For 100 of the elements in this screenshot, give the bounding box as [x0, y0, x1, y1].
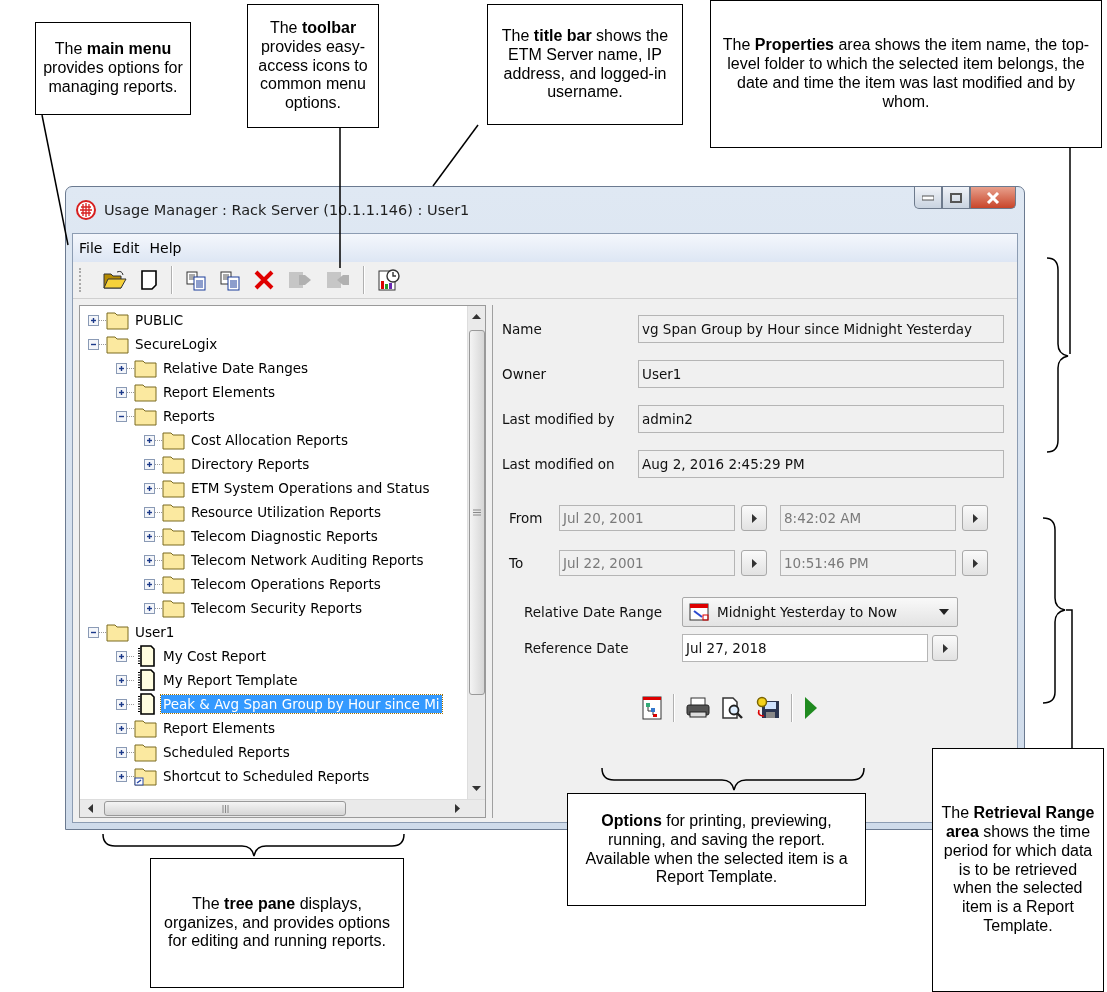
tree-item[interactable]: Scheduled Reports — [161, 743, 292, 761]
folder-icon — [106, 622, 130, 642]
annotation-callout: Options for printing, previewing, running, and saving the report. Available when the selected item is a Report Template. — [567, 793, 866, 906]
field-label: Relative Date Range — [524, 604, 664, 620]
tree-item[interactable]: Telecom Network Auditing Reports — [189, 551, 426, 569]
tree-item[interactable]: My Cost Report — [161, 647, 268, 665]
tree-item[interactable]: My Report Template — [161, 671, 300, 689]
magnifier-page-icon[interactable] — [721, 696, 745, 720]
maximize-button[interactable] — [942, 187, 970, 209]
folder-icon — [162, 502, 186, 522]
copy-pages-icon[interactable] — [219, 269, 241, 291]
folder-icon — [162, 454, 186, 474]
down-arrow-icon[interactable] — [472, 785, 481, 791]
folder-icon — [162, 430, 186, 450]
tree-item[interactable]: Resource Utilization Reports — [189, 503, 383, 521]
tree-item[interactable]: Reports — [161, 407, 217, 425]
tree-item[interactable]: ETM System Operations and Status — [189, 479, 432, 497]
folder-icon — [134, 382, 158, 402]
expander-toggle[interactable] — [116, 386, 127, 398]
open-folder-icon[interactable] — [103, 269, 127, 291]
spin-button[interactable] — [741, 505, 767, 531]
tree-page-icon[interactable] — [641, 695, 663, 721]
expander-toggle[interactable] — [88, 626, 99, 638]
date-field[interactable]: Jul 27, 2018 — [682, 634, 928, 662]
menu-item[interactable]: Edit — [111, 239, 141, 257]
tree-item[interactable]: Report Elements — [161, 383, 277, 401]
folder-icon — [106, 310, 130, 330]
expander-toggle[interactable] — [144, 482, 155, 494]
spin-button[interactable] — [962, 505, 988, 531]
folder-icon — [134, 718, 158, 738]
close-icon — [986, 191, 1000, 204]
printer-icon[interactable] — [685, 697, 711, 719]
tree-item[interactable]: PUBLIC — [133, 311, 186, 329]
expander-toggle[interactable] — [144, 602, 155, 614]
tree-item[interactable]: Report Elements — [161, 719, 277, 737]
expander-toggle[interactable] — [144, 554, 155, 566]
folder-icon — [134, 406, 158, 426]
tree-item[interactable]: Relative Date Ranges — [161, 359, 311, 377]
folder-icon — [162, 526, 186, 546]
clock-chart-icon[interactable] — [377, 268, 401, 292]
page-icon[interactable] — [139, 269, 159, 291]
horizontal-scrollbar[interactable] — [80, 799, 485, 817]
scrollbar-thumb[interactable] — [468, 330, 485, 695]
expander-toggle[interactable] — [144, 506, 155, 518]
expander-toggle[interactable] — [116, 410, 127, 422]
read-only-field: vg Span Group by Hour since Midnight Yesterday — [638, 315, 1004, 343]
annotation-callout: The main menu provides options for managing reports. — [35, 22, 191, 115]
caret-icon — [939, 609, 949, 615]
left-arrow-icon[interactable] — [88, 804, 94, 813]
scrollbar-thumb[interactable] — [104, 801, 346, 816]
expander-toggle[interactable] — [144, 434, 155, 446]
field-label: From — [509, 510, 544, 526]
field-label: To — [509, 555, 525, 571]
menu-item[interactable]: File — [78, 239, 104, 257]
expander-toggle[interactable] — [116, 722, 127, 734]
tree-item[interactable]: SecureLogix — [133, 335, 220, 353]
field-label: Last modified on — [502, 456, 616, 472]
triangle-right-icon — [751, 513, 757, 523]
expander-toggle[interactable] — [116, 362, 127, 374]
expander-toggle[interactable] — [116, 770, 127, 782]
gear-disk-icon[interactable] — [755, 696, 781, 720]
tree-item[interactable]: Shortcut to Scheduled Reports — [161, 767, 372, 785]
triangle-right-icon — [972, 558, 978, 568]
calendar-icon — [689, 603, 709, 621]
tree-item[interactable]: Cost Allocation Reports — [189, 431, 350, 449]
expander-toggle[interactable] — [144, 530, 155, 542]
expander-toggle[interactable] — [116, 674, 127, 686]
vertical-scrollbar[interactable] — [467, 306, 485, 799]
tree-item[interactable]: User1 — [133, 623, 177, 641]
field-label: Last modified by — [502, 411, 616, 427]
minimize-button[interactable] — [914, 187, 942, 209]
expander-toggle[interactable] — [116, 698, 127, 710]
date-range-dropdown[interactable]: Midnight Yesterday to Now — [682, 597, 958, 627]
close-button[interactable] — [970, 187, 1016, 209]
read-only-field: Aug 2, 2016 2:45:29 PM — [638, 450, 1004, 478]
spin-button[interactable] — [932, 635, 958, 661]
up-arrow-icon[interactable] — [472, 314, 481, 320]
field-label: Name — [502, 321, 543, 337]
expander-toggle[interactable] — [116, 746, 127, 758]
annotation-callout: The Properties area shows the item name, the top-level folder to which the selected item belongs, the date and time the item was last modified and by whom. — [710, 0, 1102, 148]
spin-button[interactable] — [962, 550, 988, 576]
expander-toggle[interactable] — [116, 650, 127, 662]
tree-item[interactable]: Directory Reports — [189, 455, 312, 473]
menu-item[interactable]: Help — [148, 239, 183, 257]
expander-toggle[interactable] — [144, 578, 155, 590]
expander-toggle[interactable] — [144, 458, 155, 470]
annotation-callout: The Retrieval Range area shows the time period for which data is to be retrieved when the selected item is a Report Template. — [932, 748, 1104, 992]
x-mark-icon[interactable] — [253, 269, 275, 291]
globe-icon — [76, 200, 96, 220]
clipboard-pages-icon[interactable] — [185, 269, 207, 291]
tree-item[interactable]: Telecom Diagnostic Reports — [189, 527, 380, 545]
expander-toggle[interactable] — [88, 338, 99, 350]
spin-button[interactable] — [741, 550, 767, 576]
right-arrow-icon[interactable] — [454, 804, 460, 813]
expander-toggle[interactable] — [88, 314, 99, 326]
tree-item[interactable]: Telecom Operations Reports — [189, 575, 383, 593]
tree-item[interactable]: Telecom Security Reports — [189, 599, 364, 617]
annotation-callout: The tree pane displays, organizes, and provides options for editing and running reports. — [150, 858, 404, 988]
shortcut-folder-icon — [134, 766, 158, 786]
play-icon[interactable] — [803, 696, 819, 720]
